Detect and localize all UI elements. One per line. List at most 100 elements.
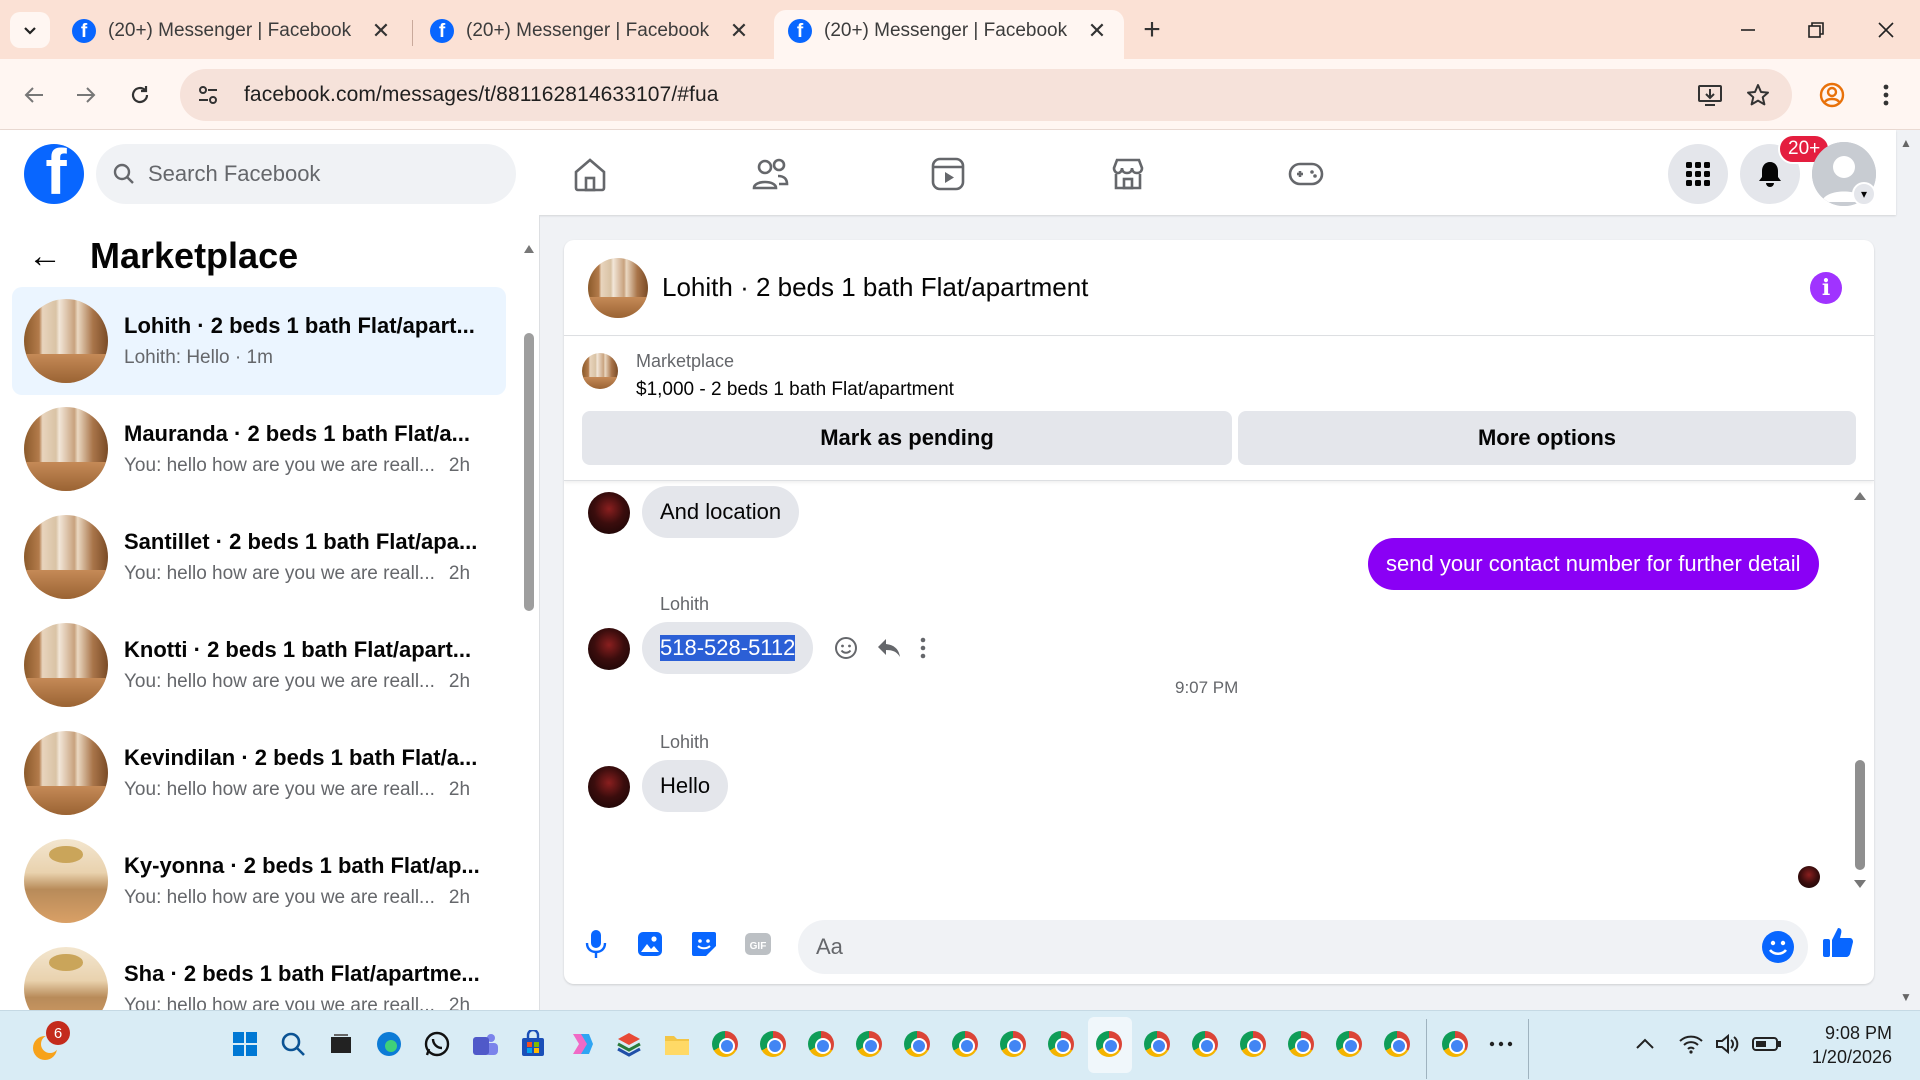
browser-tab[interactable]: f (20+) Messenger | Facebook ✕: [58, 10, 408, 59]
conversation-time: 2h: [448, 671, 471, 692]
conversation-item[interactable]: Lohith · 2 beds 1 bath Flat/apart... Loh…: [12, 287, 506, 395]
taskbar-chrome[interactable]: [1188, 1027, 1222, 1061]
listing-price-title[interactable]: $1,000 - 2 beds 1 bath Flat/apartment: [636, 379, 954, 401]
taskbar-chrome[interactable]: [1140, 1027, 1174, 1061]
conversation-item[interactable]: Ky-yonna · 2 beds 1 bath Flat/ap... You:…: [12, 827, 506, 935]
browser-tab-active[interactable]: f (20+) Messenger | Facebook ✕: [774, 10, 1124, 59]
taskbar-chrome[interactable]: [996, 1027, 1030, 1061]
task-view-button[interactable]: [324, 1027, 358, 1061]
home-nav-button[interactable]: [566, 150, 614, 198]
address-bar[interactable]: facebook.com/messages/t/881162814633107/…: [180, 69, 1792, 121]
taskbar-chrome[interactable]: [948, 1027, 982, 1061]
window-close-button[interactable]: [1862, 10, 1910, 50]
start-button[interactable]: [228, 1027, 262, 1061]
more-options-button[interactable]: More options: [1238, 411, 1856, 465]
taskbar-chrome[interactable]: [1284, 1027, 1318, 1061]
listing-thumbnail[interactable]: [582, 353, 618, 389]
avatar[interactable]: [588, 766, 630, 808]
taskbar-chrome-active[interactable]: [1092, 1027, 1126, 1061]
browser-menu-button[interactable]: [1866, 75, 1906, 115]
message-input[interactable]: Aa: [798, 920, 1808, 974]
taskbar-chrome[interactable]: [708, 1027, 742, 1061]
video-nav-button[interactable]: [924, 150, 972, 198]
chevron-down-icon[interactable]: ▾: [1852, 182, 1876, 206]
taskbar-store[interactable]: [516, 1027, 550, 1061]
friends-nav-button[interactable]: [746, 150, 794, 198]
tab-search-button[interactable]: [10, 12, 50, 48]
like-button[interactable]: [1820, 924, 1856, 960]
taskbar-clock[interactable]: 9:08 PM 1/20/2026: [1790, 1021, 1892, 1069]
taskbar-chrome[interactable]: [1332, 1027, 1366, 1061]
bookmark-button[interactable]: [1738, 75, 1778, 115]
new-tab-button[interactable]: +: [1136, 12, 1168, 48]
battery-button[interactable]: [1750, 1027, 1784, 1061]
restore-button[interactable]: [1792, 10, 1840, 50]
scrollbar-thumb[interactable]: [1855, 760, 1865, 870]
phone-number-text[interactable]: 518-528-5112: [660, 635, 796, 661]
gaming-nav-button[interactable]: [1282, 150, 1330, 198]
mark-as-pending-button[interactable]: Mark as pending: [582, 411, 1232, 465]
show-hidden-icons-button[interactable]: [1628, 1027, 1662, 1061]
facebook-logo-icon[interactable]: f: [24, 144, 84, 204]
reload-button[interactable]: [120, 75, 160, 115]
sidebar-scrollbar[interactable]: [522, 235, 536, 995]
avatar[interactable]: [588, 492, 630, 534]
chat-title[interactable]: Lohith · 2 beds 1 bath Flat/apartment: [662, 272, 1088, 303]
taskbar-chrome[interactable]: [1044, 1027, 1078, 1061]
taskbar-chrome[interactable]: [804, 1027, 838, 1061]
browser-profile-button[interactable]: [1812, 75, 1852, 115]
browser-tab[interactable]: f (20+) Messenger | Facebook ✕: [416, 10, 766, 59]
install-app-button[interactable]: [1690, 75, 1730, 115]
info-icon[interactable]: i: [1810, 272, 1842, 304]
close-icon[interactable]: ✕: [726, 18, 752, 44]
marketplace-nav-button[interactable]: [1104, 150, 1152, 198]
page-scroll-up-arrow[interactable]: ▲: [1900, 136, 1912, 150]
conversation-item[interactable]: Santillet · 2 beds 1 bath Flat/apa... Yo…: [12, 503, 506, 611]
listing-thumbnail[interactable]: [588, 257, 648, 318]
more-vertical-icon[interactable]: [920, 637, 926, 659]
volume-button[interactable]: [1710, 1027, 1744, 1061]
taskbar-chrome[interactable]: [1236, 1027, 1270, 1061]
taskbar-chrome[interactable]: [1438, 1027, 1472, 1061]
site-info-button[interactable]: [188, 75, 228, 115]
gif-button[interactable]: GIF: [740, 926, 776, 962]
forward-button[interactable]: [66, 75, 106, 115]
taskbar-whatsapp[interactable]: [420, 1027, 454, 1061]
react-emoji-icon[interactable]: [834, 636, 858, 660]
taskbar-search-button[interactable]: [276, 1027, 310, 1061]
taskbar-edge[interactable]: [372, 1027, 406, 1061]
close-icon[interactable]: ✕: [368, 18, 394, 44]
menu-grid-button[interactable]: [1668, 144, 1728, 204]
reply-icon[interactable]: [876, 636, 902, 660]
taskbar-chrome[interactable]: [900, 1027, 934, 1061]
voice-clip-button[interactable]: [578, 926, 614, 962]
taskbar-teams[interactable]: [468, 1027, 502, 1061]
close-icon[interactable]: ✕: [1084, 18, 1110, 44]
attach-photo-button[interactable]: [632, 926, 668, 962]
taskbar-chrome[interactable]: [1380, 1027, 1414, 1061]
search-icon: [113, 163, 134, 184]
conversation-item[interactable]: Sha · 2 beds 1 bath Flat/apartme... You:…: [12, 935, 506, 1010]
conversation-item[interactable]: Knotti · 2 beds 1 bath Flat/apart... You…: [12, 611, 506, 719]
search-input[interactable]: Search Facebook: [96, 144, 516, 204]
emoji-icon[interactable]: [1762, 931, 1794, 963]
taskbar-app-stack[interactable]: [612, 1027, 646, 1061]
taskbar-chrome[interactable]: [756, 1027, 790, 1061]
page-scroll-down-arrow[interactable]: ▼: [1900, 990, 1912, 1004]
taskbar-copilot[interactable]: [564, 1027, 598, 1061]
taskbar-chrome[interactable]: [852, 1027, 886, 1061]
sticker-button[interactable]: [686, 926, 722, 962]
taskbar-overflow-button[interactable]: [1484, 1027, 1518, 1061]
back-button[interactable]: [14, 75, 54, 115]
wifi-button[interactable]: [1674, 1027, 1708, 1061]
taskbar-file-explorer[interactable]: [660, 1027, 694, 1061]
url-text[interactable]: facebook.com/messages/t/881162814633107/…: [244, 83, 719, 107]
avatar[interactable]: [588, 628, 630, 670]
minimize-button[interactable]: [1724, 10, 1772, 50]
chat-scrollbar[interactable]: [1852, 490, 1868, 890]
back-arrow-icon[interactable]: ←: [28, 237, 62, 276]
conversation-item[interactable]: Mauranda · 2 beds 1 bath Flat/a... You: …: [12, 395, 506, 503]
conversation-item[interactable]: Kevindilan · 2 beds 1 bath Flat/a... You…: [12, 719, 506, 827]
listing-thumbnail: [24, 407, 108, 491]
scrollbar-thumb[interactable]: [524, 333, 534, 611]
